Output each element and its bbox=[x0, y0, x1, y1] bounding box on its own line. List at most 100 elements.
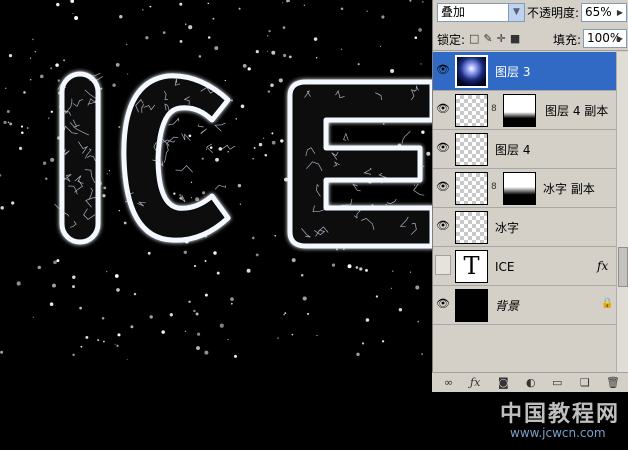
trash-icon[interactable]: 🗑 bbox=[606, 376, 620, 389]
snow-particle bbox=[188, 134, 192, 138]
lock-options[interactable]: □✎✛■ bbox=[469, 32, 524, 45]
snow-particle bbox=[34, 51, 37, 53]
snow-particle bbox=[56, 259, 60, 263]
snow-particle bbox=[52, 283, 56, 288]
snow-particle bbox=[29, 79, 32, 81]
opacity-arrow-icon[interactable]: ▶ bbox=[614, 4, 626, 21]
snow-particle bbox=[382, 123, 385, 125]
snow-particle bbox=[190, 181, 193, 183]
snow-particle bbox=[214, 46, 219, 51]
visibility-toggle-empty[interactable] bbox=[435, 255, 451, 275]
opacity-field[interactable]: 65% ▶ bbox=[581, 3, 627, 22]
lock-image-icon[interactable]: ✎ bbox=[483, 32, 496, 45]
layer-name: 冰字 副本 bbox=[543, 182, 595, 196]
snow-particle bbox=[268, 29, 271, 33]
snow-particle bbox=[420, 63, 422, 65]
layer-row-4-copy[interactable]: 👁 8 图层 4 副本 bbox=[433, 91, 628, 130]
snow-particle bbox=[179, 194, 182, 196]
layer-row-4[interactable]: 👁 图层 4 bbox=[433, 130, 628, 169]
site-watermark: 中国教程网 www.jcwcn.com bbox=[498, 396, 626, 446]
snow-particle bbox=[315, 56, 318, 59]
layer-row-background[interactable]: 👁 背景 🔒 bbox=[433, 286, 628, 325]
scrollbar-thumb[interactable] bbox=[618, 247, 628, 287]
fx-icon[interactable]: fx bbox=[597, 259, 608, 273]
lock-label: 锁定: bbox=[437, 33, 466, 47]
layer-thumbnail bbox=[455, 94, 488, 127]
blend-mode-select[interactable]: 叠加 ▼ bbox=[437, 3, 525, 22]
snow-particle bbox=[398, 308, 403, 312]
snow-particle bbox=[125, 43, 128, 46]
adjustment-layer-icon[interactable]: ◐ bbox=[526, 376, 536, 389]
snow-particle bbox=[258, 142, 263, 147]
snow-particle bbox=[45, 177, 48, 180]
eye-icon[interactable]: 👁 bbox=[435, 101, 451, 117]
snow-particle bbox=[313, 37, 318, 41]
eye-icon[interactable]: 👁 bbox=[435, 218, 451, 234]
eye-icon[interactable]: 👁 bbox=[435, 140, 451, 156]
snow-particle bbox=[115, 63, 120, 67]
eye-icon[interactable]: 👁 bbox=[435, 62, 451, 78]
layer-row-3[interactable]: 👁 图层 3 bbox=[433, 52, 628, 91]
eye-icon[interactable]: 👁 bbox=[435, 296, 451, 312]
link-layers-icon[interactable]: ∞ bbox=[444, 376, 453, 389]
lock-all-icon[interactable]: ■ bbox=[510, 32, 524, 45]
layer-mask-thumbnail[interactable] bbox=[503, 172, 536, 205]
layer-mask-thumbnail[interactable] bbox=[503, 94, 536, 127]
snow-particle bbox=[205, 148, 208, 150]
snow-particle bbox=[207, 36, 211, 39]
snow-particle bbox=[11, 201, 15, 205]
new-group-icon[interactable]: ▭ bbox=[552, 376, 562, 389]
fill-field[interactable]: 100% ▶ bbox=[583, 29, 627, 48]
snow-particle bbox=[193, 309, 196, 313]
snow-particle bbox=[271, 140, 276, 145]
snow-particle bbox=[119, 14, 123, 19]
snow-particle bbox=[286, 0, 289, 3]
layer-style-icon[interactable]: ƒx bbox=[470, 376, 480, 389]
snow-particle bbox=[219, 323, 224, 328]
layer-row-ice-text[interactable]: T ICE fx bbox=[433, 247, 628, 286]
frost-crack bbox=[168, 117, 180, 126]
snow-particle bbox=[195, 197, 200, 202]
snow-particle bbox=[409, 0, 412, 2]
snow-particle bbox=[142, 9, 144, 11]
lock-transparency-icon[interactable]: □ bbox=[469, 32, 483, 45]
snow-particle bbox=[375, 295, 379, 298]
snow-particle bbox=[106, 270, 108, 273]
snow-particle bbox=[116, 288, 120, 292]
snow-particle bbox=[149, 5, 152, 8]
snow-particle bbox=[16, 281, 21, 286]
snow-particle bbox=[233, 354, 238, 358]
snow-particle bbox=[414, 36, 418, 39]
frost-crack bbox=[200, 128, 207, 135]
frost-crack bbox=[92, 72, 101, 79]
snow-particle bbox=[3, 120, 7, 125]
snow-particle bbox=[271, 132, 274, 135]
snow-particle bbox=[340, 7, 344, 11]
chevron-down-icon[interactable]: ▼ bbox=[508, 4, 524, 21]
snow-particle bbox=[238, 7, 241, 10]
snow-particle bbox=[100, 87, 103, 90]
link-icon[interactable]: 8 bbox=[491, 104, 497, 114]
link-icon[interactable]: 8 bbox=[491, 182, 497, 192]
layer-row-ice-copy[interactable]: 👁 8 冰字 副本 bbox=[433, 169, 628, 208]
layer-row-ice[interactable]: 👁 冰字 bbox=[433, 208, 628, 247]
snow-particle bbox=[421, 130, 425, 134]
snow-particle bbox=[6, 110, 10, 113]
snow-particle bbox=[196, 346, 200, 351]
document-canvas[interactable] bbox=[0, 0, 432, 450]
snow-particle bbox=[101, 317, 105, 320]
snow-particle bbox=[183, 250, 188, 255]
snow-particle bbox=[102, 194, 106, 198]
eye-icon[interactable]: 👁 bbox=[435, 179, 451, 195]
snow-particle bbox=[252, 158, 254, 160]
fill-arrow-icon[interactable]: ▶ bbox=[614, 30, 626, 47]
lock-position-icon[interactable]: ✛ bbox=[497, 32, 510, 45]
snow-particle bbox=[74, 16, 79, 20]
snow-particle bbox=[267, 50, 269, 52]
add-mask-icon[interactable]: ◙ bbox=[498, 376, 509, 389]
layer-name: 冰字 bbox=[495, 221, 520, 235]
new-layer-icon[interactable]: ❏ bbox=[580, 376, 590, 389]
snow-particle bbox=[426, 151, 431, 156]
layers-scrollbar[interactable] bbox=[616, 52, 628, 372]
layer-thumbnail bbox=[455, 172, 488, 205]
